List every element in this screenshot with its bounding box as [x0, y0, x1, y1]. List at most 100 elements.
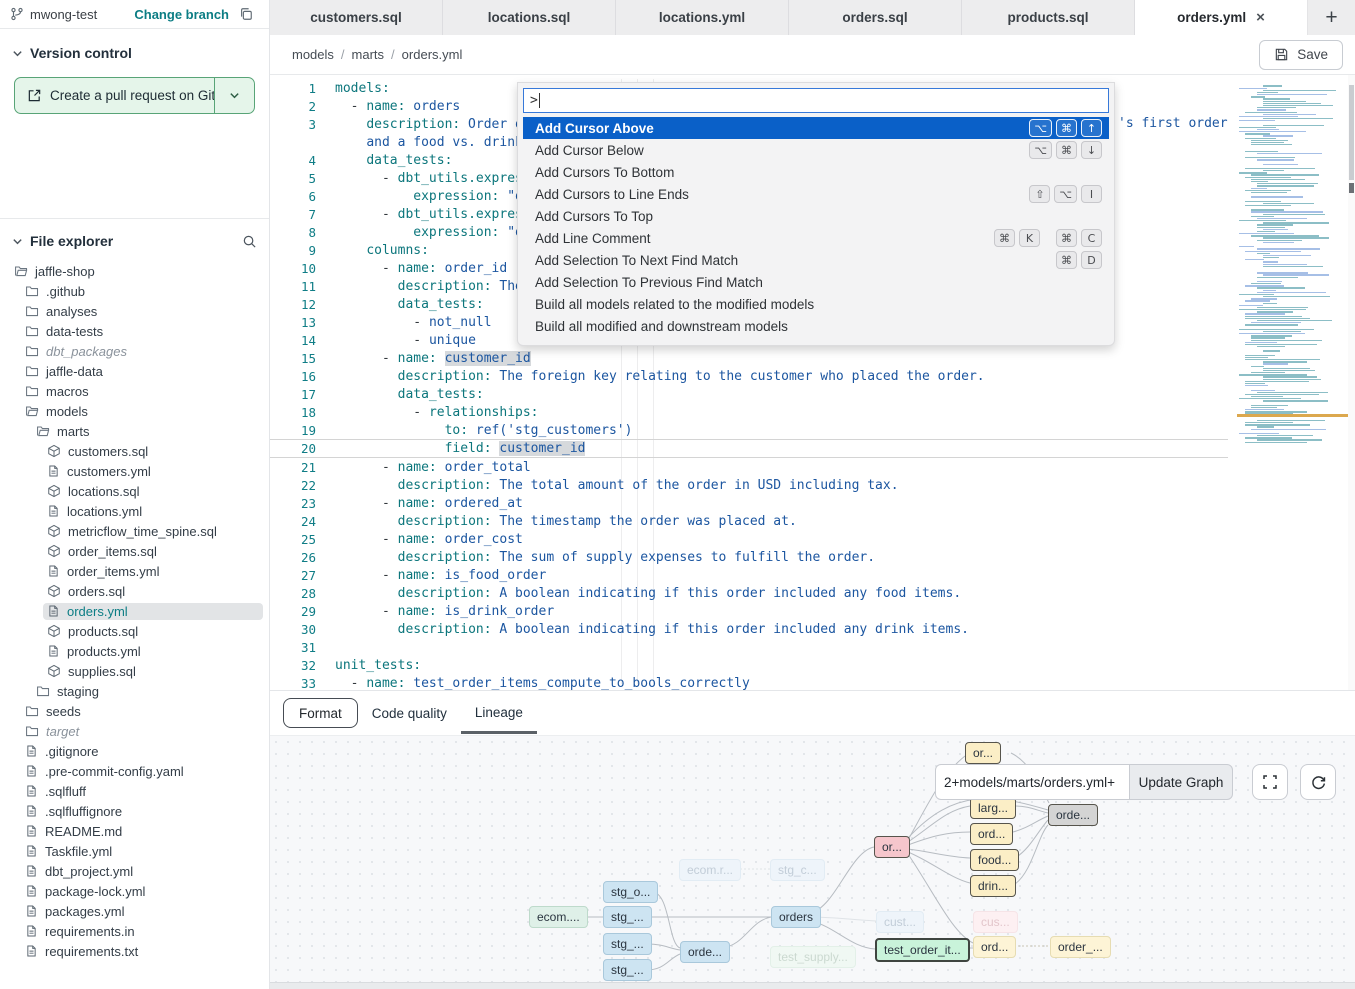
code-line[interactable]: 19 to: ref('stg_customers')	[270, 421, 1228, 439]
palette-item[interactable]: Build all modified and downstream models	[523, 315, 1109, 337]
code-line[interactable]: 15 - name: customer_id	[270, 349, 1228, 367]
folder-seeds[interactable]: seeds	[0, 701, 269, 721]
folder-models[interactable]: models	[0, 401, 269, 421]
lineage-node[interactable]: stg_...	[603, 906, 652, 928]
tab-locations.yml[interactable]: locations.yml	[616, 0, 789, 35]
palette-item[interactable]: Add Cursors To Bottom	[523, 161, 1109, 183]
file-order_items.sql[interactable]: order_items.sql	[0, 541, 269, 561]
version-control-header[interactable]: Version control	[0, 29, 269, 71]
folder-jaffle-data[interactable]: jaffle-data	[0, 361, 269, 381]
code-line[interactable]: 27 - name: is_food_order	[270, 566, 1228, 584]
file-requirements.txt[interactable]: requirements.txt	[0, 941, 269, 961]
lineage-node[interactable]: larg...	[970, 797, 1016, 819]
code-line[interactable]: 22 description: The total amount of the …	[270, 476, 1228, 494]
lineage-node[interactable]: or...	[874, 836, 910, 858]
file-README.md[interactable]: README.md	[0, 821, 269, 841]
lineage-node[interactable]: ord...	[973, 936, 1016, 958]
lineage-node[interactable]: order_...	[1050, 936, 1111, 958]
folder-.github[interactable]: .github	[0, 281, 269, 301]
breadcrumb-part[interactable]: orders.yml	[402, 47, 463, 62]
search-icon[interactable]	[242, 234, 257, 249]
minimap[interactable]	[1237, 85, 1348, 445]
file-.sqlfluffignore[interactable]: .sqlfluffignore	[0, 801, 269, 821]
tab-orders.yml[interactable]: orders.yml×	[1135, 0, 1308, 35]
create-pr-button[interactable]: Create a pull request on Git...	[14, 77, 255, 114]
file-dbt_project.yml[interactable]: dbt_project.yml	[0, 861, 269, 881]
palette-item[interactable]: Add Selection To Previous Find Match	[523, 271, 1109, 293]
palette-item[interactable]: Add Cursors To Top	[523, 205, 1109, 227]
copy-branch-icon[interactable]	[239, 7, 253, 21]
update-graph-button[interactable]: Update Graph	[1130, 764, 1233, 800]
tab-orders.sql[interactable]: orders.sql	[789, 0, 962, 35]
lineage-canvas[interactable]: Update Graph or... orde... larg... ord... fo…	[270, 735, 1355, 982]
code-line[interactable]: 31	[270, 638, 1228, 656]
code-editor[interactable]: 1models:2 - name: orders3 description: O…	[270, 75, 1355, 690]
lineage-node[interactable]: test_supply...	[770, 946, 856, 968]
lineage-node[interactable]: ecom....	[529, 906, 588, 928]
file-order_items.yml[interactable]: order_items.yml	[0, 561, 269, 581]
lineage-node[interactable]: test_order_it...	[875, 938, 970, 962]
pr-dropdown-button[interactable]	[214, 78, 254, 113]
file-Taskfile.yml[interactable]: Taskfile.yml	[0, 841, 269, 861]
scrollbar-thumb[interactable]	[1349, 85, 1354, 180]
file-supplies.sql[interactable]: supplies.sql	[0, 661, 269, 681]
file-customers.sql[interactable]: customers.sql	[0, 441, 269, 461]
file-.sqlfluff[interactable]: .sqlfluff	[0, 781, 269, 801]
file-explorer-header[interactable]: File explorer	[0, 219, 269, 257]
tab-customers.sql[interactable]: customers.sql	[270, 0, 443, 35]
code-line[interactable]: 20 field: customer_id	[270, 439, 1228, 458]
file-products.sql[interactable]: products.sql	[0, 621, 269, 641]
code-line[interactable]: 16 description: The foreign key relating…	[270, 367, 1228, 385]
tab-code-quality[interactable]: Code quality	[358, 694, 461, 732]
breadcrumb-part[interactable]: marts	[352, 47, 385, 62]
code-line[interactable]: 28 description: A boolean indicating if …	[270, 584, 1228, 602]
code-line[interactable]: 17 data_tests:	[270, 385, 1228, 403]
tab-products.sql[interactable]: products.sql	[962, 0, 1135, 35]
close-tab-icon[interactable]: ×	[1256, 10, 1265, 25]
folder-jaffle-shop[interactable]: jaffle-shop	[0, 261, 269, 281]
file-customers.yml[interactable]: customers.yml	[0, 461, 269, 481]
lineage-node[interactable]: stg_...	[603, 959, 652, 981]
lineage-node[interactable]: stg_...	[603, 933, 652, 955]
folder-data-tests[interactable]: data-tests	[0, 321, 269, 341]
lineage-node[interactable]: or...	[965, 742, 1001, 764]
lineage-node[interactable]: orde...	[1048, 804, 1098, 826]
code-line[interactable]: 24 description: The timestamp the order …	[270, 512, 1228, 530]
lineage-node[interactable]: ord...	[970, 823, 1013, 845]
folder-macros[interactable]: macros	[0, 381, 269, 401]
lineage-node[interactable]: food...	[970, 849, 1019, 871]
code-line[interactable]: 30 description: A boolean indicating if …	[270, 620, 1228, 638]
lineage-node[interactable]: cust...	[876, 911, 924, 933]
code-line[interactable]: 26 description: The sum of supply expens…	[270, 548, 1228, 566]
lineage-node[interactable]: ecom.r...	[679, 859, 741, 881]
command-palette-input[interactable]: >	[523, 88, 1109, 113]
folder-marts[interactable]: marts	[0, 421, 269, 441]
folder-target[interactable]: target	[0, 721, 269, 741]
lineage-node[interactable]: cus...	[973, 911, 1018, 933]
lineage-selector-input[interactable]	[935, 764, 1130, 800]
bottom-scrollbar-track[interactable]	[270, 982, 1355, 989]
code-line[interactable]: 25 - name: order_cost	[270, 530, 1228, 548]
tab-lineage[interactable]: Lineage	[461, 693, 537, 734]
folder-analyses[interactable]: analyses	[0, 301, 269, 321]
file-.gitignore[interactable]: .gitignore	[0, 741, 269, 761]
code-line[interactable]: 29 - name: is_drink_order	[270, 602, 1228, 620]
file-.pre-commit-config.yaml[interactable]: .pre-commit-config.yaml	[0, 761, 269, 781]
lineage-node[interactable]: drin...	[970, 875, 1016, 897]
format-button[interactable]: Format	[283, 698, 358, 728]
lineage-node[interactable]: orders	[771, 906, 821, 928]
change-branch-link[interactable]: Change branch	[134, 7, 229, 22]
save-button[interactable]: Save	[1259, 40, 1343, 70]
code-line[interactable]: 21 - name: order_total	[270, 458, 1228, 476]
code-line[interactable]: 33 - name: test_order_items_compute_to_b…	[270, 674, 1228, 690]
file-products.yml[interactable]: products.yml	[0, 641, 269, 661]
palette-item[interactable]: Add Line Comment⌘K⌘C	[523, 227, 1109, 249]
file-locations.yml[interactable]: locations.yml	[0, 501, 269, 521]
lineage-node[interactable]: stg_c...	[770, 859, 825, 881]
tab-locations.sql[interactable]: locations.sql	[443, 0, 616, 35]
file-locations.sql[interactable]: locations.sql	[0, 481, 269, 501]
file-orders.sql[interactable]: orders.sql	[0, 581, 269, 601]
breadcrumb-part[interactable]: models	[292, 47, 334, 62]
palette-item[interactable]: Add Selection To Next Find Match⌘D	[523, 249, 1109, 271]
lineage-node[interactable]: stg_o...	[603, 881, 658, 903]
